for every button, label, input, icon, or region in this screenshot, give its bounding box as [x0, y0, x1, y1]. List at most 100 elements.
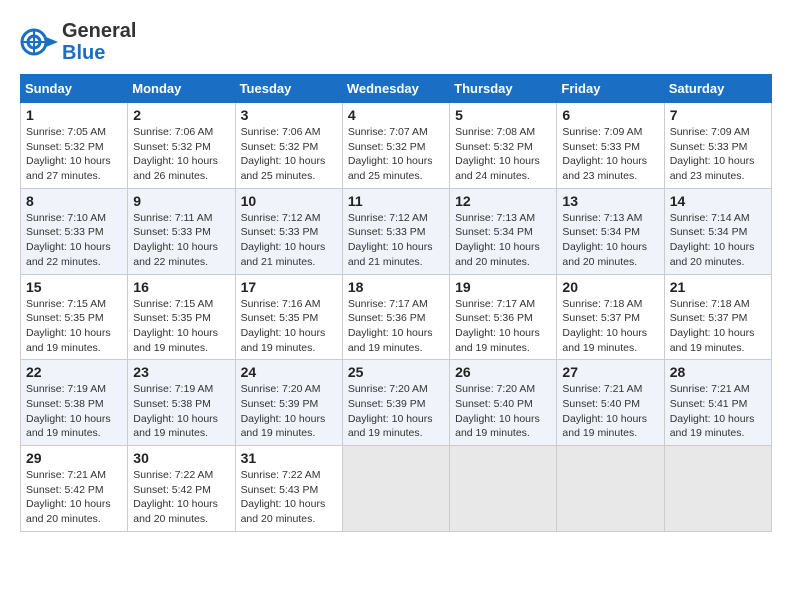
calendar-cell: 16 Sunrise: 7:15 AMSunset: 5:35 PMDayligh…: [128, 274, 235, 360]
calendar-cell: [557, 446, 664, 532]
day-number: 25: [348, 364, 444, 380]
day-info: Sunrise: 7:22 AMSunset: 5:42 PMDaylight:…: [133, 468, 229, 527]
calendar-week-row: 8Sunrise: 7:10 AMSunset: 5:33 PMDaylight…: [21, 188, 772, 274]
day-number: 12: [455, 193, 551, 209]
logo-general: General: [62, 20, 136, 42]
calendar-table: SundayMondayTuesdayWednesdayThursdayFrid…: [20, 74, 772, 532]
calendar-cell: 20Sunrise: 7:18 AMSunset: 5:37 PMDayligh…: [557, 274, 664, 360]
calendar-week-row: 22Sunrise: 7:19 AMSunset: 5:38 PMDayligh…: [21, 360, 772, 446]
logo: General Blue: [20, 20, 136, 64]
day-info: Sunrise: 7:21 AMSunset: 5:40 PMDaylight:…: [562, 382, 658, 441]
day-number: 10: [241, 193, 337, 209]
calendar-cell: [664, 446, 771, 532]
day-number: 19: [455, 279, 551, 295]
calendar-cell: 21 Sunrise: 7:18 AMSunset: 5:37 PMDayligh…: [664, 274, 771, 360]
calendar-cell: 5 Sunrise: 7:08 AMSunset: 5:32 PMDaylight…: [450, 103, 557, 189]
weekday-header-monday: Monday: [128, 75, 235, 103]
day-info: Sunrise: 7:20 AMSunset: 5:39 PMDaylight:…: [348, 382, 444, 441]
day-info: Sunrise: 7:14 AMSunset: 5:34 PMDaylight:…: [670, 211, 766, 270]
day-info: Sunrise: 7:21 AMSunset: 5:41 PMDaylight:…: [670, 382, 766, 441]
weekday-header-sunday: Sunday: [21, 75, 128, 103]
weekday-header-friday: Friday: [557, 75, 664, 103]
calendar-cell: [342, 446, 449, 532]
calendar-cell: 31Sunrise: 7:22 AMSunset: 5:43 PMDayligh…: [235, 446, 342, 532]
calendar-cell: 28Sunrise: 7:21 AMSunset: 5:41 PMDayligh…: [664, 360, 771, 446]
calendar-cell: 18 Sunrise: 7:17 AMSunset: 5:36 PMDayligh…: [342, 274, 449, 360]
calendar-body: 1 Sunrise: 7:05 AMSunset: 5:32 PMDaylight…: [21, 103, 772, 532]
calendar-cell: 10Sunrise: 7:12 AMSunset: 5:33 PMDayligh…: [235, 188, 342, 274]
day-info: Sunrise: 7:18 AMSunset: 5:37 PMDaylight:…: [562, 297, 658, 356]
day-info: Sunrise: 7:20 AMSunset: 5:40 PMDaylight:…: [455, 382, 551, 441]
day-number: 21: [670, 279, 766, 295]
calendar-cell: 30 Sunrise: 7:22 AMSunset: 5:42 PMDayligh…: [128, 446, 235, 532]
day-number: 6: [562, 107, 658, 123]
calendar-cell: 29 Sunrise: 7:21 AMSunset: 5:42 PMDayligh…: [21, 446, 128, 532]
day-info: Sunrise: 7:05 AMSunset: 5:32 PMDaylight:…: [26, 125, 122, 184]
day-info: Sunrise: 7:16 AMSunset: 5:35 PMDaylight:…: [241, 297, 337, 356]
day-number: 30: [133, 450, 229, 466]
calendar-cell: 24 Sunrise: 7:20 AMSunset: 5:39 PMDayligh…: [235, 360, 342, 446]
calendar-cell: 6 Sunrise: 7:09 AMSunset: 5:33 PMDaylight…: [557, 103, 664, 189]
calendar-cell: 26Sunrise: 7:20 AMSunset: 5:40 PMDayligh…: [450, 360, 557, 446]
calendar-cell: 15 Sunrise: 7:15 AMSunset: 5:35 PMDayligh…: [21, 274, 128, 360]
day-info: Sunrise: 7:13 AMSunset: 5:34 PMDaylight:…: [455, 211, 551, 270]
day-info: Sunrise: 7:15 AMSunset: 5:35 PMDaylight:…: [26, 297, 122, 356]
day-number: 18: [348, 279, 444, 295]
day-number: 14: [670, 193, 766, 209]
calendar-week-row: 15 Sunrise: 7:15 AMSunset: 5:35 PMDayligh…: [21, 274, 772, 360]
calendar-cell: 7 Sunrise: 7:09 AMSunset: 5:33 PMDaylight…: [664, 103, 771, 189]
weekday-header-tuesday: Tuesday: [235, 75, 342, 103]
day-info: Sunrise: 7:09 AMSunset: 5:33 PMDaylight:…: [670, 125, 766, 184]
weekday-header-wednesday: Wednesday: [342, 75, 449, 103]
day-info: Sunrise: 7:09 AMSunset: 5:33 PMDaylight:…: [562, 125, 658, 184]
day-info: Sunrise: 7:19 AMSunset: 5:38 PMDaylight:…: [133, 382, 229, 441]
calendar-cell: 13 Sunrise: 7:13 AMSunset: 5:34 PMDayligh…: [557, 188, 664, 274]
calendar-cell: 22Sunrise: 7:19 AMSunset: 5:38 PMDayligh…: [21, 360, 128, 446]
day-number: 23: [133, 364, 229, 380]
calendar-cell: 1 Sunrise: 7:05 AMSunset: 5:32 PMDaylight…: [21, 103, 128, 189]
day-number: 11: [348, 193, 444, 209]
day-number: 9: [133, 193, 229, 209]
calendar-cell: 12 Sunrise: 7:13 AMSunset: 5:34 PMDayligh…: [450, 188, 557, 274]
day-info: Sunrise: 7:07 AMSunset: 5:32 PMDaylight:…: [348, 125, 444, 184]
calendar-cell: 27 Sunrise: 7:21 AMSunset: 5:40 PMDayligh…: [557, 360, 664, 446]
calendar-cell: 3 Sunrise: 7:06 AMSunset: 5:32 PMDaylight…: [235, 103, 342, 189]
day-info: Sunrise: 7:18 AMSunset: 5:37 PMDaylight:…: [670, 297, 766, 356]
day-info: Sunrise: 7:06 AMSunset: 5:32 PMDaylight:…: [241, 125, 337, 184]
day-info: Sunrise: 7:08 AMSunset: 5:32 PMDaylight:…: [455, 125, 551, 184]
day-number: 27: [562, 364, 658, 380]
day-number: 15: [26, 279, 122, 295]
weekday-header-thursday: Thursday: [450, 75, 557, 103]
day-info: Sunrise: 7:22 AMSunset: 5:43 PMDaylight:…: [241, 468, 337, 527]
weekday-header-row: SundayMondayTuesdayWednesdayThursdayFrid…: [21, 75, 772, 103]
day-info: Sunrise: 7:11 AMSunset: 5:33 PMDaylight:…: [133, 211, 229, 270]
calendar-cell: [450, 446, 557, 532]
day-number: 1: [26, 107, 122, 123]
calendar-cell: 14 Sunrise: 7:14 AMSunset: 5:34 PMDayligh…: [664, 188, 771, 274]
calendar-cell: 4 Sunrise: 7:07 AMSunset: 5:32 PMDaylight…: [342, 103, 449, 189]
day-number: 13: [562, 193, 658, 209]
day-number: 2: [133, 107, 229, 123]
day-info: Sunrise: 7:17 AMSunset: 5:36 PMDaylight:…: [455, 297, 551, 356]
page-header: General Blue: [20, 20, 772, 64]
day-info: Sunrise: 7:21 AMSunset: 5:42 PMDaylight:…: [26, 468, 122, 527]
day-info: Sunrise: 7:20 AMSunset: 5:39 PMDaylight:…: [241, 382, 337, 441]
day-info: Sunrise: 7:17 AMSunset: 5:36 PMDaylight:…: [348, 297, 444, 356]
weekday-header-saturday: Saturday: [664, 75, 771, 103]
day-info: Sunrise: 7:15 AMSunset: 5:35 PMDaylight:…: [133, 297, 229, 356]
day-info: Sunrise: 7:13 AMSunset: 5:34 PMDaylight:…: [562, 211, 658, 270]
calendar-week-row: 29 Sunrise: 7:21 AMSunset: 5:42 PMDayligh…: [21, 446, 772, 532]
day-info: Sunrise: 7:06 AMSunset: 5:32 PMDaylight:…: [133, 125, 229, 184]
day-info: Sunrise: 7:12 AMSunset: 5:33 PMDaylight:…: [348, 211, 444, 270]
day-number: 24: [241, 364, 337, 380]
calendar-cell: 11 Sunrise: 7:12 AMSunset: 5:33 PMDayligh…: [342, 188, 449, 274]
calendar-cell: 2 Sunrise: 7:06 AMSunset: 5:32 PMDaylight…: [128, 103, 235, 189]
day-number: 7: [670, 107, 766, 123]
day-number: 4: [348, 107, 444, 123]
calendar-cell: 8Sunrise: 7:10 AMSunset: 5:33 PMDaylight…: [21, 188, 128, 274]
day-number: 29: [26, 450, 122, 466]
day-number: 16: [133, 279, 229, 295]
day-number: 5: [455, 107, 551, 123]
day-number: 3: [241, 107, 337, 123]
day-info: Sunrise: 7:10 AMSunset: 5:33 PMDaylight:…: [26, 211, 122, 270]
